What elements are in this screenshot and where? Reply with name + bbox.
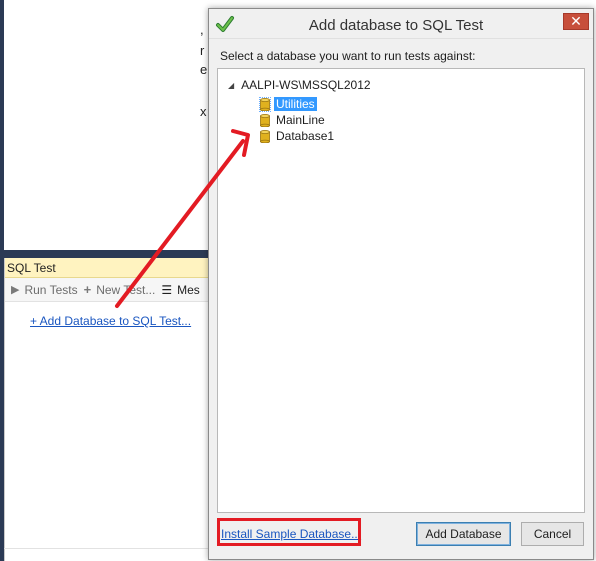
database-name: MainLine <box>276 113 325 127</box>
server-name: AALPI-WS\MSSQL2012 <box>241 78 371 92</box>
new-test-label: New Test... <box>96 282 156 297</box>
plus-icon: + <box>83 282 92 297</box>
sql-test-panel: SQL Test ▶ Run Tests + New Test... ☰ Mes… <box>4 258 208 561</box>
tree-item-utilities[interactable]: Utilities <box>259 96 317 112</box>
database-tree[interactable]: ◢ AALPI-WS\MSSQL2012 Utilities MainLine <box>217 68 585 513</box>
dialog-prompt: Select a database you want to run tests … <box>220 49 476 63</box>
run-tests-label: Run Tests <box>24 282 78 297</box>
background-document: , r e x <box>4 0 208 250</box>
cancel-button[interactable]: Cancel <box>521 522 584 546</box>
list-icon: ☰ <box>161 282 173 297</box>
run-tests-button[interactable]: ▶ Run Tests <box>11 283 78 297</box>
database-name: Database1 <box>276 129 335 143</box>
close-button[interactable]: ✕ <box>563 13 589 30</box>
tree-server-node[interactable]: ◢ AALPI-WS\MSSQL2012 <box>228 78 371 92</box>
new-test-button[interactable]: + New Test... <box>84 282 156 297</box>
messages-button[interactable]: ☰ Mes <box>161 283 199 297</box>
dialog-title: Add database to SQL Test <box>308 17 484 34</box>
panel-bottom-divider <box>4 548 208 549</box>
database-cylinder-icon <box>260 113 270 127</box>
add-database-button[interactable]: Add Database <box>416 522 511 546</box>
doc-fragment: , <box>200 22 204 37</box>
database-cylinder-icon <box>260 129 270 143</box>
annotation-highlight-box <box>217 518 361 546</box>
tree-item-database1[interactable]: Database1 <box>260 128 336 144</box>
doc-fragment: r <box>200 43 205 58</box>
doc-x-glyph: x <box>200 104 207 119</box>
doc-fragment: e <box>200 62 208 77</box>
add-database-dialog: Add database to SQL Test ✕ Select a data… <box>208 8 594 560</box>
add-database-link[interactable]: + Add Database to SQL Test... <box>30 314 191 328</box>
collapse-caret-icon[interactable]: ◢ <box>228 81 234 90</box>
play-icon: ▶ <box>11 284 20 296</box>
panel-title: SQL Test <box>5 258 208 278</box>
messages-label: Mes <box>177 282 200 297</box>
database-cylinder-icon <box>259 96 271 112</box>
panel-splitter[interactable] <box>4 250 208 258</box>
tree-item-mainline[interactable]: MainLine <box>260 112 327 128</box>
panel-toolbar: ▶ Run Tests + New Test... ☰ Mes <box>5 278 208 302</box>
dialog-titlebar[interactable]: Add database to SQL Test ✕ <box>209 9 593 39</box>
database-name: Utilities <box>274 97 317 111</box>
